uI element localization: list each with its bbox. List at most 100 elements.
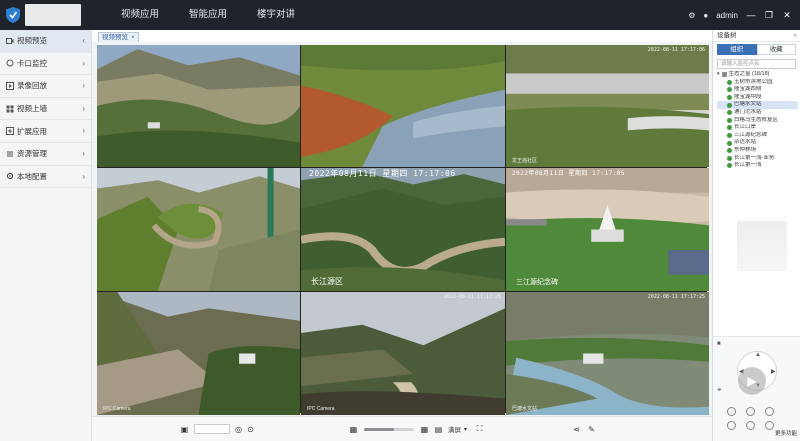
focus-near-icon[interactable] — [746, 407, 755, 416]
chevron-right-icon: › — [82, 81, 85, 91]
camera-tile-3[interactable]: 2022-08-11 17:17:06 龙王庙社区 — [506, 45, 709, 167]
settings-icon[interactable]: ⚙ — [688, 11, 695, 20]
stop-all-icon[interactable]: ▣ — [180, 425, 189, 434]
sidebar-item-extension[interactable]: 扩展应用 › — [0, 120, 91, 143]
nav-intercom[interactable]: 楼宇对讲 — [242, 0, 310, 30]
camera-tile-2[interactable] — [301, 45, 505, 167]
camera-tile-5[interactable]: 2022年08月11日 星期四 17:17:06 长江源区 — [301, 168, 505, 291]
tree-item-label: 三江源纪念碑 — [734, 131, 768, 138]
expand-icon[interactable]: ▾ — [717, 71, 720, 79]
logo-text-box — [25, 4, 81, 26]
camera-feed-image — [301, 45, 505, 167]
slider-fill — [364, 427, 394, 431]
user-icon[interactable]: ● — [703, 11, 708, 20]
tab-favorites[interactable]: 收藏 — [756, 44, 796, 55]
tools-icon[interactable]: ✎ — [587, 425, 596, 434]
tree-item-selected[interactable]: 巴塘水文站 — [717, 101, 798, 109]
chevron-right-icon: › — [82, 58, 85, 68]
camera-online-icon — [727, 125, 732, 131]
restore-icon[interactable]: ❐ — [764, 10, 774, 20]
ptz-zoom-row-2 — [727, 421, 774, 430]
camera-tile-6[interactable]: 2022年08月11日 星期四 17:17:05 三江源纪念碑 — [506, 168, 709, 291]
stream-select[interactable] — [194, 424, 230, 434]
camera-tile-1[interactable] — [97, 45, 300, 167]
camera-osd: 2022年08月11日 星期四 17:17:06 — [309, 169, 456, 178]
ptz-zoom-row — [727, 407, 774, 416]
tree-item[interactable]: 白格马生态修复区 — [717, 117, 798, 125]
camera-osd: 2022-08-11 17:17:06 — [647, 47, 705, 53]
tree-item[interactable]: 杂达水站 — [717, 139, 798, 147]
tree-item[interactable]: 隆宝湖中段 — [717, 94, 798, 102]
more-functions-link[interactable]: 更多功能 — [775, 429, 797, 437]
camera-tile-8[interactable]: 2022-08-11 17:17:26 IPC Camera — [301, 292, 505, 415]
tree-item[interactable]: 通门沱水站 — [717, 109, 798, 117]
ptz-up-icon[interactable]: ▲ — [755, 352, 761, 358]
iris-open-icon[interactable] — [765, 407, 774, 416]
camera-label: 龙王庙社区 — [512, 158, 538, 164]
sidebar-item-label: 视频上墙 — [17, 104, 47, 114]
tree-item[interactable]: 长江口岸 — [717, 124, 798, 132]
camera-feed-image — [506, 168, 709, 291]
tree-item-label: 长江第一湾-业务 — [734, 154, 775, 161]
tree-item[interactable]: 隆宝湖西侧 — [717, 86, 798, 94]
tree-item[interactable]: 东仲林场 — [717, 147, 798, 155]
play-overlay-icon[interactable]: ▶ — [738, 367, 766, 395]
focus-far-icon[interactable] — [746, 421, 755, 430]
sidebar: 视频预览 ‹ 卡口监控 › 录像回放 › 视频上墙 › 扩展应用 › 资源管理 … — [0, 30, 92, 441]
nav-video-app[interactable]: 视频应用 — [106, 0, 174, 30]
ptz-right-icon[interactable]: ▶ — [771, 368, 776, 375]
tree-item-label: 巴塘水文站 — [734, 101, 762, 108]
zoom-out-icon[interactable] — [727, 421, 736, 430]
tree-item-label: 长江第一湾 — [734, 162, 762, 169]
layout-custom-icon[interactable]: ▤ — [434, 425, 443, 434]
tree-search-input[interactable]: 请输入监控点名 — [717, 59, 796, 69]
location-icon[interactable]: ⌖ — [717, 385, 722, 395]
fullscreen-icon[interactable]: ⛶ — [475, 424, 484, 434]
camera-online-icon — [727, 140, 732, 146]
camera-online-icon — [727, 95, 732, 101]
close-icon[interactable]: ✕ — [782, 10, 792, 20]
camera-online-icon — [727, 148, 732, 154]
camera-tile-7[interactable]: IPC Camera — [97, 292, 300, 415]
minimize-icon[interactable]: — — [746, 10, 756, 20]
tree-item[interactable]: 长江第一湾 — [717, 162, 798, 170]
panel-tabs: 组织 收藏 — [717, 44, 796, 55]
collapse-icon[interactable]: ‹ — [794, 30, 796, 41]
panel-title: 设备树 — [717, 32, 737, 39]
layout-mode-label[interactable]: 满屏 — [448, 424, 461, 434]
snapshot-icon[interactable]: ⊙ — [246, 425, 255, 434]
tab-organization[interactable]: 组织 — [717, 44, 757, 55]
camera-feed-image — [301, 292, 505, 415]
sidebar-item-resource[interactable]: 资源管理 › — [0, 143, 91, 166]
sidebar-item-video-preview[interactable]: 视频预览 ‹ — [0, 30, 91, 53]
sidebar-item-video-wall[interactable]: 视频上墙 › — [0, 98, 91, 121]
zoom-in-icon[interactable] — [727, 407, 736, 416]
camera-tile-4[interactable] — [97, 168, 300, 291]
sidebar-item-checkpoint[interactable]: 卡口监控 › — [0, 53, 91, 76]
tab-video-preview[interactable]: 视频预览 × — [98, 32, 139, 42]
layout-grid-icon[interactable]: ▦ — [349, 425, 358, 434]
tree-item[interactable]: 三江源纪念碑 — [717, 132, 798, 140]
chevron-right-icon: › — [82, 148, 85, 158]
share-icon[interactable]: ⋖ — [572, 425, 581, 434]
dropdown-icon[interactable]: ▾ — [461, 425, 470, 434]
sidebar-item-local-config[interactable]: 本地配置 › — [0, 166, 91, 189]
tab-strip: 视频预览 × — [92, 30, 712, 42]
ptz-minimize-icon[interactable]: ■ — [717, 341, 721, 347]
tree-item-label: 隆宝湖中段 — [734, 93, 762, 100]
tree-item[interactable]: 长江第一湾-业务 — [717, 155, 798, 163]
tree-root-label: 生态之窗 (18/18) — [728, 71, 770, 77]
record-icon[interactable]: ◎ — [234, 425, 243, 434]
tab-close-icon[interactable]: × — [131, 33, 135, 42]
tree-root[interactable]: ▾ 生态之窗 (18/18) — [717, 71, 798, 79]
nav-smart-app[interactable]: 智能应用 — [174, 0, 242, 30]
camera-feed-image — [97, 45, 300, 167]
username[interactable]: admin — [716, 11, 738, 20]
device-tree-panel: 设备树 ‹ 组织 收藏 请输入监控点名 ▾ 生态之窗 (18/18) 玉树市滨地… — [712, 30, 800, 441]
layout-slider[interactable] — [364, 427, 414, 431]
layout-9-icon[interactable]: ▦ — [420, 425, 429, 434]
iris-close-icon[interactable] — [765, 421, 774, 430]
sidebar-item-playback[interactable]: 录像回放 › — [0, 75, 91, 98]
tree-item[interactable]: 玉树市滨地公园 — [717, 79, 798, 87]
camera-tile-9[interactable]: 2022-08-11 17:17:25 巴塘水文站 — [506, 292, 709, 415]
